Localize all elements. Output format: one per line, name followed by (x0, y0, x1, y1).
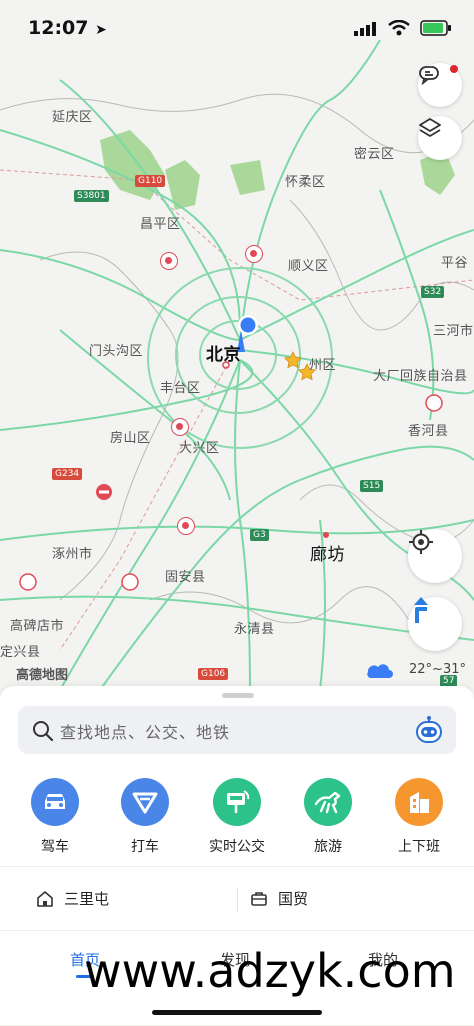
map-label: 大厂回族自治县 (373, 369, 468, 384)
map-label: 丰台区 (160, 381, 201, 396)
map-label: 州区 (309, 358, 337, 373)
quick-action-bus[interactable]: 实时公交 (192, 778, 282, 856)
quick-action-label: 打车 (131, 839, 159, 855)
quick-action-label: 旅游 (314, 839, 342, 855)
quick-action-label: 驾车 (41, 839, 69, 855)
favorite-home[interactable]: 三里屯 (36, 888, 109, 909)
home-icon (37, 890, 53, 907)
road-shield: G106 (198, 668, 229, 680)
map-label-city: 廊坊 (310, 545, 345, 565)
divider (0, 866, 474, 867)
road-shield: G3 (250, 529, 269, 541)
map-label: 永清县 (234, 622, 275, 637)
favorite-label: 国贸 (278, 890, 309, 908)
favorites-divider (237, 888, 238, 912)
map-label: 顺义区 (288, 259, 329, 274)
map-label-city: 北京 (206, 345, 241, 365)
quick-action-drive[interactable]: 驾车 (10, 778, 100, 856)
layers-button[interactable] (418, 116, 462, 160)
bus-stop-icon (213, 778, 261, 826)
battery-icon (420, 20, 451, 36)
map-label: 延庆区 (52, 110, 93, 125)
scenic-spot-icon[interactable] (171, 418, 189, 436)
status-time: 12:07 ➤ (28, 17, 107, 39)
sheet-grab-handle[interactable] (222, 693, 254, 698)
search-placeholder: 查找地点、公交、地铁 (60, 723, 231, 742)
map-label: 涿州市 (52, 547, 93, 562)
turn-arrow-icon (414, 597, 428, 623)
taxi-icon (121, 778, 169, 826)
wifi-icon (388, 20, 410, 36)
road-shield: S15 (360, 480, 384, 492)
voice-assistant-icon[interactable] (414, 715, 444, 745)
road-shield: S3801 (74, 190, 109, 202)
map-label: 怀柔区 (285, 175, 326, 190)
quick-action-travel[interactable]: 旅游 (283, 778, 373, 856)
watermark-text: www.adzyk.com (84, 944, 456, 998)
quick-action-taxi[interactable]: 打车 (100, 778, 190, 856)
locate-me-button[interactable] (408, 529, 462, 583)
scenic-spot-icon[interactable] (177, 517, 195, 535)
status-bar: 12:07 ➤ (0, 0, 474, 56)
search-icon (33, 721, 54, 742)
road-shield: S32 (421, 286, 445, 298)
map-label: 昌平区 (140, 217, 181, 232)
favorite-label: 三里屯 (64, 890, 110, 908)
map-label: 香河县 (408, 424, 449, 439)
map-label: 大兴区 (179, 441, 220, 456)
home-indicator[interactable] (152, 1010, 322, 1015)
map-label: 平谷 (441, 256, 469, 271)
message-button[interactable] (418, 63, 462, 107)
road-shield: G110 (135, 175, 166, 187)
search-bar[interactable]: 查找地点、公交、地铁 (18, 706, 456, 754)
quick-action-label: 上下班 (398, 839, 440, 855)
map-label: 定兴县 (0, 645, 41, 660)
quick-action-commute[interactable]: 上下班 (374, 778, 464, 856)
chat-bubble-icon (419, 66, 439, 85)
scenic-spot-icon[interactable] (245, 245, 263, 263)
road-shield: G234 (52, 468, 83, 480)
map-label: 房山区 (110, 431, 151, 446)
map-logo: 高德地图 (16, 668, 69, 683)
horse-icon (304, 778, 352, 826)
notification-dot (450, 65, 458, 73)
favorite-work[interactable]: 国贸 (250, 888, 308, 909)
office-icon (395, 778, 443, 826)
map-label: 固安县 (165, 570, 206, 585)
briefcase-icon (251, 891, 267, 906)
scenic-spot-icon[interactable] (160, 252, 178, 270)
layers-icon (419, 118, 441, 137)
crosshair-icon (409, 530, 433, 554)
map-label: 密云区 (354, 147, 395, 162)
car-icon (31, 778, 79, 826)
map-view[interactable]: 延庆区 密云区 怀柔区 昌平区 顺义区 平谷 门头沟区 北京 州区 三河市 丰台… (0, 0, 474, 690)
quick-action-label: 实时公交 (209, 839, 265, 855)
map-label: 门头沟区 (89, 344, 144, 359)
weather-readout[interactable]: 22°~31° (409, 662, 466, 677)
map-label: 三河市 (433, 324, 474, 339)
map-label: 高碑店市 (10, 619, 65, 634)
route-button[interactable] (408, 597, 462, 651)
signal-icon (354, 22, 376, 36)
